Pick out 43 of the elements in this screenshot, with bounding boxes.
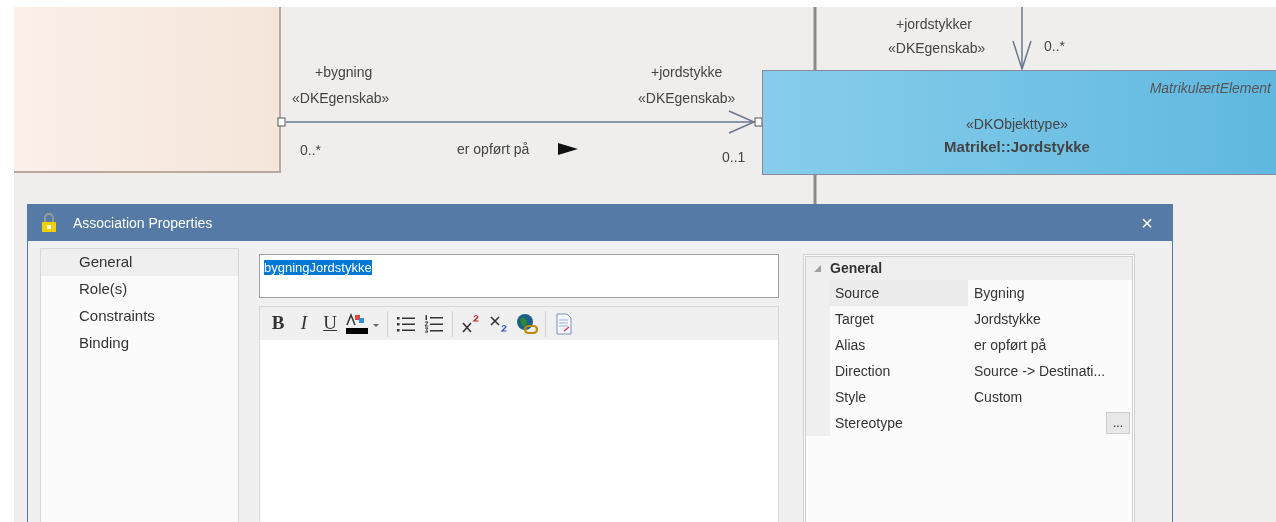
nav-item[interactable]: Binding — [41, 330, 238, 357]
collapse-triangle-icon[interactable] — [814, 264, 822, 273]
property-name[interactable]: Direction — [830, 358, 968, 384]
nav-item[interactable]: General — [41, 249, 238, 276]
dialog-title: Association Properties — [73, 213, 213, 233]
property-name[interactable]: Alias — [830, 332, 968, 358]
underline-button[interactable]: U — [318, 311, 342, 336]
group-header: General — [830, 259, 883, 278]
property-value[interactable]: Source -> Destinati... — [974, 360, 1106, 382]
class-box[interactable]: MatrikulærtElement «DKObjekttype» Matrikel::Jordstykke — [762, 70, 1276, 175]
stereotype-label: «DKEgenskab» — [888, 41, 986, 55]
class-stereotype: «DKObjekttype» — [966, 117, 1068, 131]
class-name: Matrikel::Jordstykke — [944, 139, 1090, 154]
multiplicity-label: 0..* — [300, 143, 321, 157]
multiplicity-label: 0..* — [1044, 39, 1065, 53]
nav-item[interactable]: Role(s) — [41, 276, 238, 303]
nav-item[interactable]: Constraints — [41, 303, 238, 330]
role-label: +jordstykker — [896, 17, 972, 31]
property-value[interactable]: Bygning — [974, 282, 1025, 304]
italic-button[interactable]: I — [292, 311, 316, 336]
property-name[interactable]: Target — [830, 306, 968, 332]
property-name[interactable]: Stereotype — [830, 410, 968, 436]
property-value[interactable]: er opført på — [974, 334, 1047, 356]
bold-button[interactable]: B — [266, 311, 290, 336]
lock-icon — [41, 213, 57, 233]
browse-button[interactable]: ... — [1106, 412, 1130, 434]
close-button[interactable]: × — [1141, 213, 1153, 233]
property-value[interactable]: Jordstykke — [974, 308, 1041, 330]
globe-link-icon[interactable] — [514, 311, 540, 336]
property-name[interactable]: Style — [830, 384, 968, 410]
role-label: +bygning — [315, 65, 373, 79]
association-name: er opført på — [457, 142, 530, 156]
font-color-button[interactable] — [344, 311, 382, 336]
role-label: +jordstykke — [651, 65, 723, 79]
direction-triangle-icon — [558, 143, 578, 155]
notes-editor[interactable]: B I U — [259, 306, 779, 522]
stereotype-label: «DKEgenskab» — [638, 91, 736, 105]
parent-class-label: MatrikulærtElement — [1149, 79, 1273, 95]
property-value[interactable]: Custom — [974, 386, 1023, 408]
stereotype-label: «DKEgenskab» — [292, 91, 390, 105]
name-field[interactable]: bygningJordstykke — [259, 254, 779, 298]
property-name[interactable]: Source — [830, 280, 968, 306]
multiplicity-label: 0..1 — [722, 150, 746, 164]
